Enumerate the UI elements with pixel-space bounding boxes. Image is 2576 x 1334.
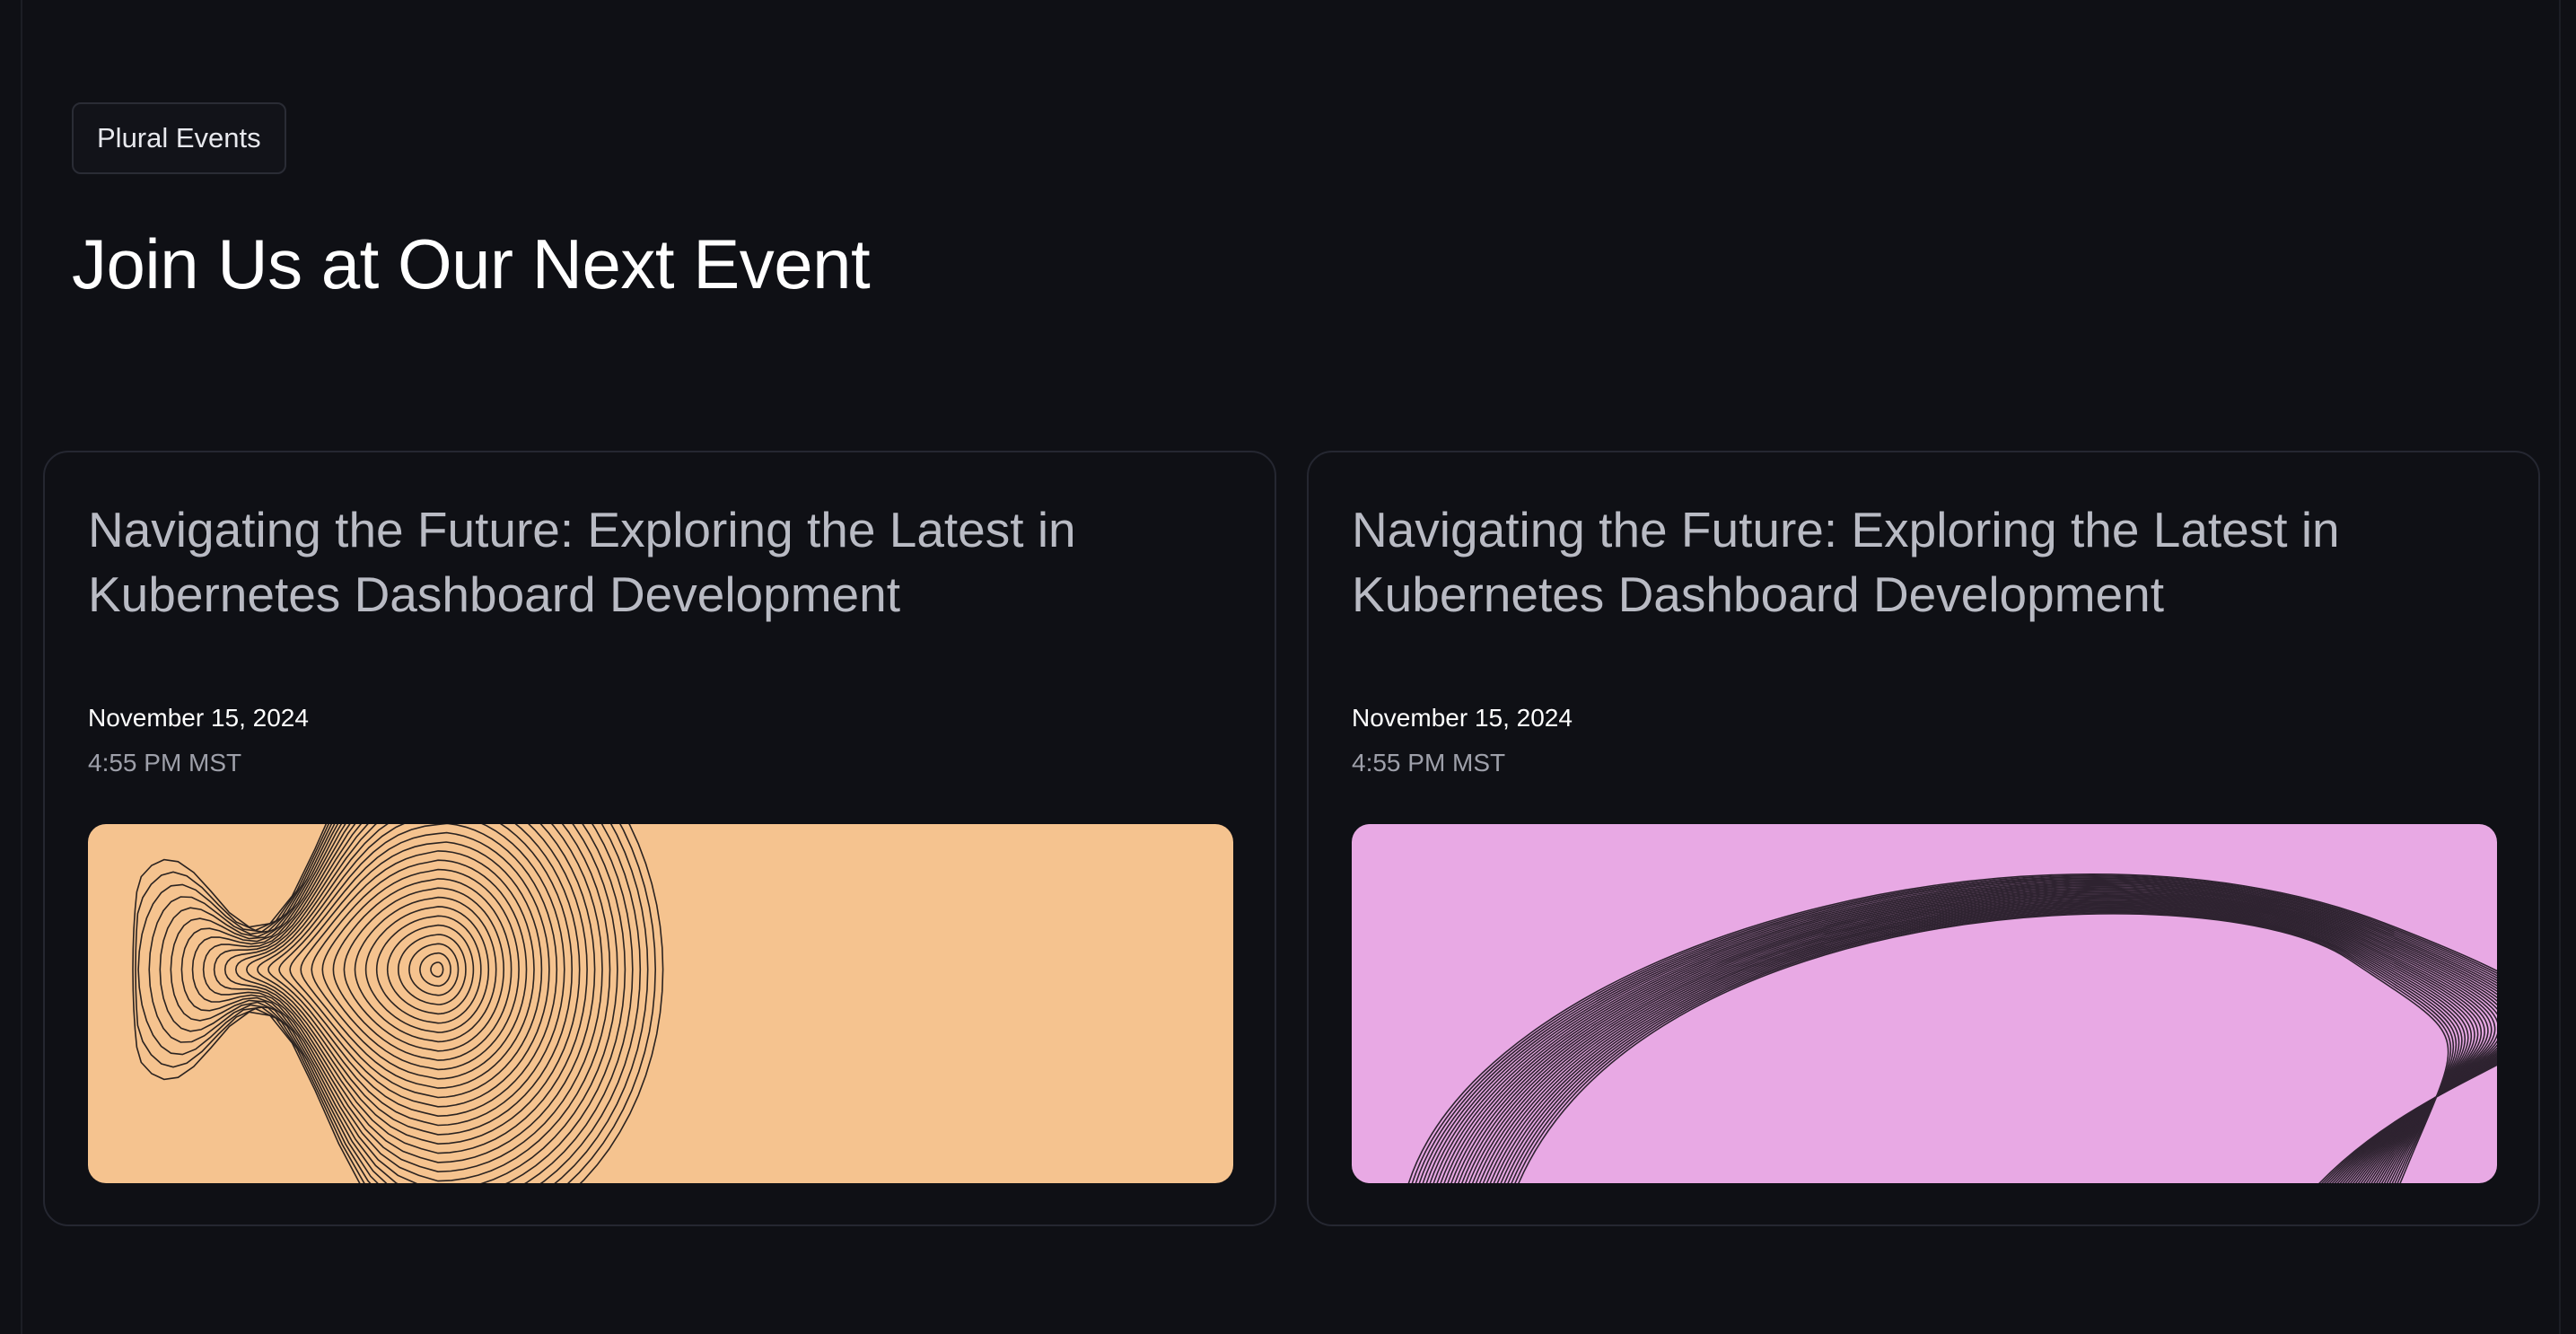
event-card[interactable]: Navigating the Future: Exploring the Lat… [43,451,1276,1226]
event-time: 4:55 PM MST [1352,749,1506,777]
right-border-line [2559,0,2561,1334]
page-title: Join Us at Our Next Event [72,224,871,303]
events-page: Plural Events Join Us at Our Next Event … [0,0,2576,1334]
event-date: November 15, 2024 [1352,704,1573,732]
section-tag: Plural Events [72,102,286,174]
contour-lines-art [88,824,1233,1183]
event-image[interactable] [88,824,1233,1183]
event-card[interactable]: Navigating the Future: Exploring the Lat… [1307,451,2540,1226]
event-title[interactable]: Navigating the Future: Exploring the Lat… [88,497,1228,627]
arc-lines-art [1352,824,2497,1183]
event-time: 4:55 PM MST [88,749,242,777]
left-border-line [21,0,22,1334]
event-date: November 15, 2024 [88,704,309,732]
event-title[interactable]: Navigating the Future: Exploring the Lat… [1352,497,2492,627]
event-image[interactable] [1352,824,2497,1183]
